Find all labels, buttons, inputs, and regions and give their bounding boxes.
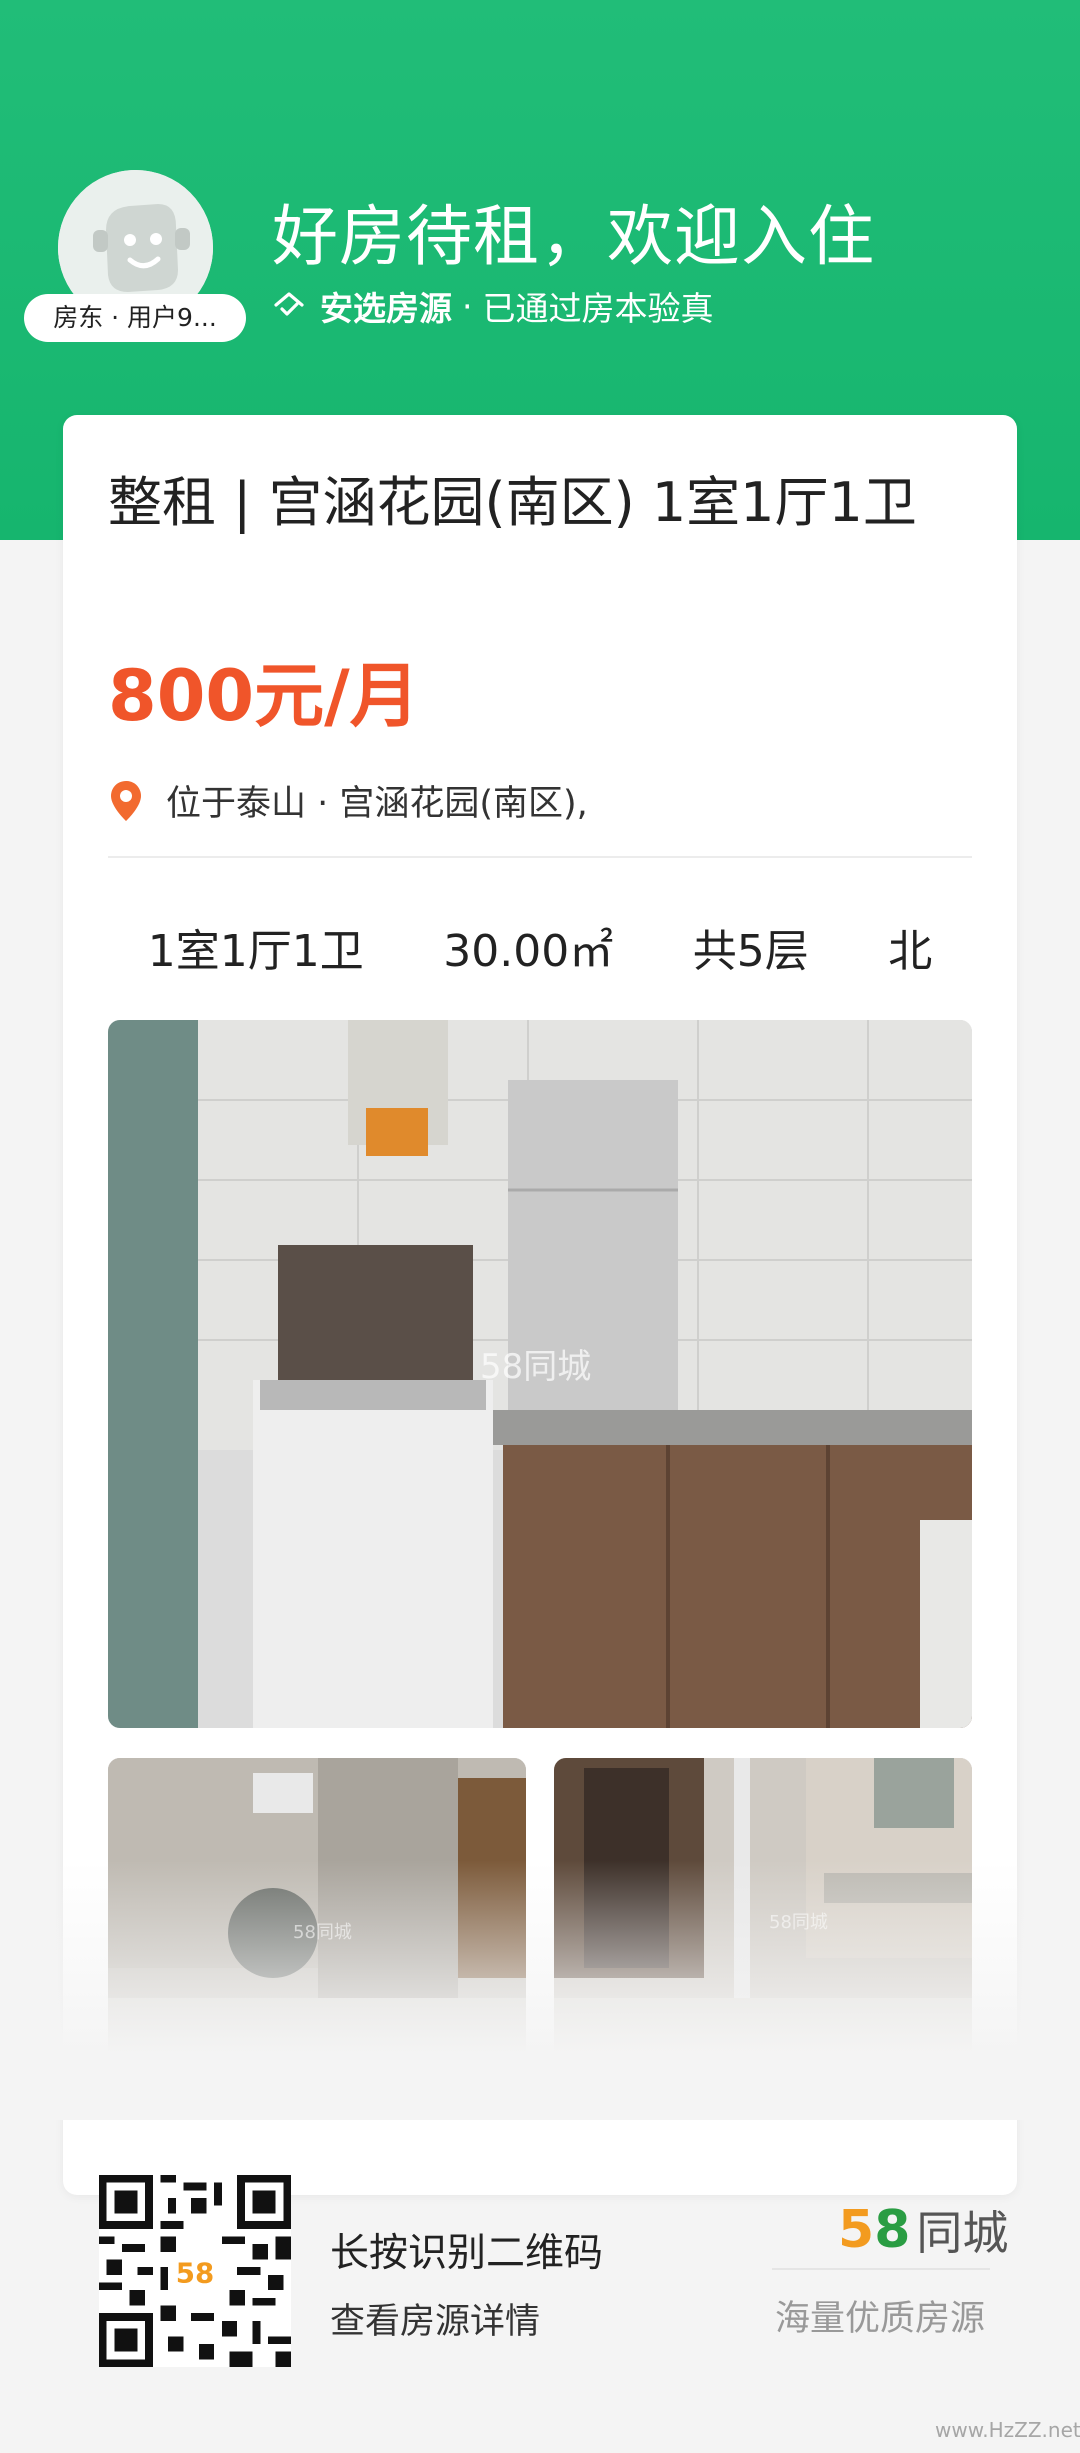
- qr-hint-primary: 长按识别二维码: [330, 2231, 604, 2276]
- separator-dot: ·: [462, 286, 473, 326]
- listing-price: 800元/月: [108, 655, 420, 737]
- brand-divider: [772, 2268, 990, 2270]
- verified-badge-label: 安选房源: [320, 289, 452, 328]
- hero-title: 好房待租，欢迎入住: [272, 198, 875, 275]
- qr-hint-secondary: 查看房源详情: [330, 2302, 541, 2342]
- house-check-icon: [274, 292, 304, 316]
- brand-slogan: 海量优质房源: [775, 2299, 986, 2339]
- location-text: 位于泰山 · 宫涵花园(南区),: [166, 784, 588, 824]
- brand-digit-eight: 8: [874, 2200, 911, 2260]
- fact-layout: 1室1厅1卫: [147, 926, 364, 977]
- photo-watermark: 58同城: [480, 1347, 591, 1387]
- verified-description: 已通过房本验真: [482, 289, 714, 328]
- qr-code[interactable]: 58: [99, 2175, 291, 2367]
- divider: [108, 856, 972, 858]
- owner-tag: 房东 · 用户9...: [24, 294, 246, 342]
- kitchen-photo-image: 58同城: [108, 1020, 972, 1728]
- fact-floors: 共5层: [692, 926, 809, 977]
- listing-title: 整租 | 宫涵花园(南区) 1室1厅1卫: [108, 471, 917, 534]
- fact-orientation: 北: [888, 926, 933, 977]
- verification-line: 安选房源 · 已通过房本验真: [272, 282, 714, 330]
- listing-location: 位于泰山 · 宫涵花园(南区),: [108, 775, 588, 826]
- fact-area: 30.00㎡: [443, 926, 614, 977]
- main-photo[interactable]: 58同城: [108, 1020, 972, 1728]
- brand-digit-five: 5: [838, 2200, 875, 2260]
- brand-name: 同城: [916, 2206, 1009, 2260]
- listing-facts: 1室1厅1卫 30.00㎡ 共5层 北: [108, 915, 972, 979]
- location-pin-icon: [111, 780, 141, 821]
- site-watermark: www.HzZZ.net: [935, 2418, 1080, 2442]
- qr-code-icon: 58: [99, 2175, 291, 2367]
- photo-fade-overlay: [0, 1860, 1080, 2120]
- qr-center-logo: 58: [176, 2257, 214, 2290]
- brand-logo: 5 8 同城: [838, 2197, 1008, 2263]
